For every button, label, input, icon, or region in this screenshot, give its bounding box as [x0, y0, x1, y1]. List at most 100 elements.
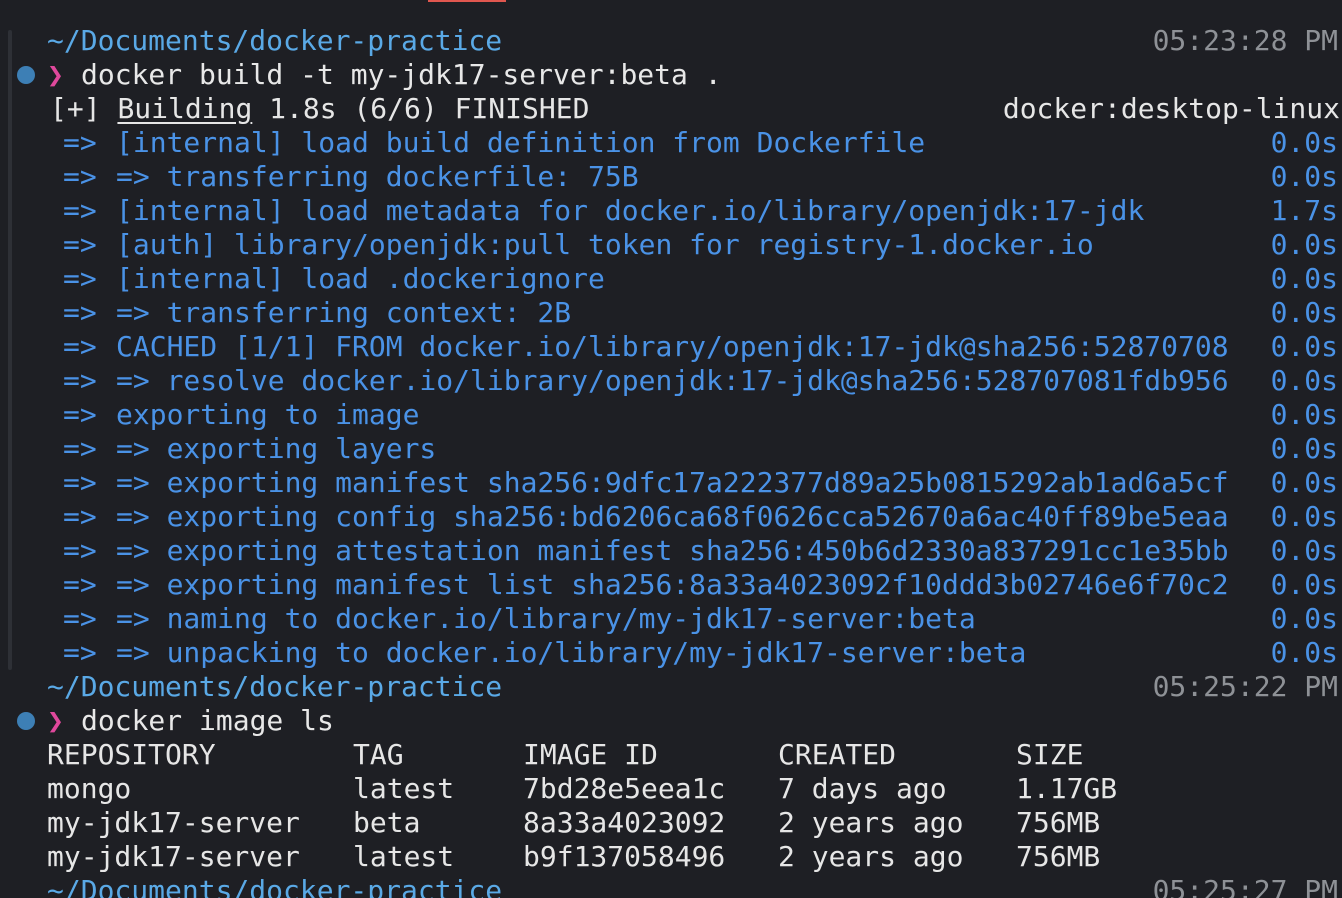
command-row[interactable]: ❯ docker image ls: [0, 704, 1342, 738]
prompt-path-row: ~/Documents/docker-practice 05:25:22 PM: [0, 670, 1342, 704]
cell-size: 1.17GB: [1016, 772, 1118, 805]
step-duration: 0.0s: [1270, 262, 1338, 295]
step-duration: 0.0s: [1270, 534, 1338, 567]
step-text: CACHED [1/1] FROM docker.io/library/open…: [116, 330, 1229, 363]
step-duration: 0.0s: [1270, 432, 1338, 465]
cell-repository: my-jdk17-server: [47, 806, 300, 839]
step-arrow: =>: [63, 602, 97, 635]
step-text: [internal] load metadata for docker.io/l…: [116, 194, 1145, 227]
step-arrow: =>: [63, 466, 97, 499]
step-text: => exporting manifest sha256:9dfc17a2223…: [116, 466, 1229, 499]
build-summary-row: [+] Building 1.8s (6/6) FINISHED docker:…: [0, 92, 1342, 126]
build-step-row: => => exporting config sha256:bd6206ca68f…: [0, 500, 1342, 534]
cell-tag: beta: [353, 806, 421, 839]
step-arrow: =>: [63, 126, 97, 159]
cell-image-id: b9f137058496: [523, 840, 726, 873]
step-duration: 0.0s: [1270, 330, 1338, 363]
step-text: => exporting attestation manifest sha256…: [116, 534, 1229, 567]
build-step-row: => CACHED [1/1] FROM docker.io/library/op…: [0, 330, 1342, 364]
cell-tag: latest: [353, 840, 455, 873]
step-duration: 0.0s: [1270, 228, 1338, 261]
cell-created: CREATED: [778, 738, 897, 771]
command-row[interactable]: ❯ docker build -t my-jdk17-server:beta .: [0, 58, 1342, 92]
cell-tag: TAG: [353, 738, 404, 771]
command-status-dot-icon: [17, 712, 35, 730]
step-text: => unpacking to docker.io/library/my-jdk…: [116, 636, 1027, 669]
build-step-row: => => exporting layers 0.0s: [0, 432, 1342, 466]
build-context: docker:desktop-linux: [1002, 92, 1340, 125]
tab-indicator: [428, 0, 506, 2]
cell-repository: mongo: [47, 772, 132, 805]
step-text: => exporting manifest list sha256:8a33a4…: [116, 568, 1229, 601]
step-duration: 0.0s: [1270, 568, 1338, 601]
cell-size: 756MB: [1016, 806, 1101, 839]
step-arrow: =>: [63, 636, 97, 669]
cell-tag: latest: [353, 772, 455, 805]
build-summary: 1.8s (6/6) FINISHED: [269, 92, 590, 125]
build-step-row: => => transferring dockerfile: 75B 0.0s: [0, 160, 1342, 194]
step-arrow: =>: [63, 534, 97, 567]
build-step-row: => => unpacking to docker.io/library/my-j…: [0, 636, 1342, 670]
step-text: => naming to docker.io/library/my-jdk17-…: [116, 602, 976, 635]
prompt-path: ~/Documents/docker-practice: [47, 670, 503, 703]
prompt-path-row: ~/Documents/docker-practice 05:23:28 PM: [0, 24, 1342, 58]
step-arrow: =>: [63, 194, 97, 227]
step-duration: 0.0s: [1270, 602, 1338, 635]
step-text: => transferring dockerfile: 75B: [116, 160, 639, 193]
cell-image-id: 7bd28e5eea1c: [523, 772, 726, 805]
step-duration: 0.0s: [1270, 466, 1338, 499]
build-step-row: => => exporting manifest list sha256:8a33…: [0, 568, 1342, 602]
command-status-dot-icon: [17, 66, 35, 84]
step-arrow: =>: [63, 262, 97, 295]
cell-created: 2 years ago: [778, 840, 964, 873]
step-arrow: =>: [63, 228, 97, 261]
step-duration: 0.0s: [1270, 296, 1338, 329]
prompt-timestamp: 05:25:22 PM: [1152, 670, 1338, 703]
build-status-word: Building: [117, 92, 253, 125]
build-step-row: => => resolve docker.io/library/openjdk:1…: [0, 364, 1342, 398]
prompt-path: ~/Documents/docker-practice: [47, 24, 503, 57]
step-text: [internal] load .dockerignore: [116, 262, 605, 295]
cell-image-id: 8a33a4023092: [523, 806, 726, 839]
table-header-row: REPOSITORY TAG IMAGE ID CREATED SIZE: [0, 738, 1342, 772]
step-text: => transferring context: 2B: [116, 296, 572, 329]
cell-created: 2 years ago: [778, 806, 964, 839]
step-duration: 0.0s: [1270, 636, 1338, 669]
step-arrow: =>: [63, 398, 97, 431]
step-text: => exporting layers: [116, 432, 437, 465]
step-duration: 1.7s: [1270, 194, 1338, 227]
build-step-row: => => exporting manifest sha256:9dfc17a22…: [0, 466, 1342, 500]
step-duration: 0.0s: [1270, 500, 1338, 533]
build-step-row: => [auth] library/openjdk:pull token for …: [0, 228, 1342, 262]
step-arrow: =>: [63, 432, 97, 465]
step-duration: 0.0s: [1270, 160, 1338, 193]
table-row: my-jdk17-server beta 8a33a4023092 2 years a…: [0, 806, 1342, 840]
cell-size: SIZE: [1016, 738, 1084, 771]
build-step-row: => => naming to docker.io/library/my-jdk1…: [0, 602, 1342, 636]
prompt-timestamp: 05:25:27 PM: [1152, 874, 1338, 898]
step-arrow: =>: [63, 364, 97, 397]
build-step-row: => [internal] load metadata for docker.io…: [0, 194, 1342, 228]
build-step-row: => [internal] load .dockerignore 0.0s: [0, 262, 1342, 296]
cell-repository: my-jdk17-server: [47, 840, 300, 873]
step-arrow: =>: [63, 500, 97, 533]
cell-size: 756MB: [1016, 840, 1101, 873]
step-text: => resolve docker.io/library/openjdk:17-…: [116, 364, 1229, 397]
build-step-row: => exporting to image 0.0s: [0, 398, 1342, 432]
prompt-chevron-icon: ❯: [47, 704, 64, 737]
command-text: docker image ls: [81, 704, 334, 737]
prompt-timestamp: 05:23:28 PM: [1152, 24, 1338, 57]
cell-repository: REPOSITORY: [47, 738, 216, 771]
step-arrow: =>: [63, 330, 97, 363]
step-text: [auth] library/openjdk:pull token for re…: [116, 228, 1094, 261]
build-step-row: => [internal] load build definition from …: [0, 126, 1342, 160]
build-step-row: => => exporting attestation manifest sha2…: [0, 534, 1342, 568]
step-duration: 0.0s: [1270, 398, 1338, 431]
step-text: => exporting config sha256:bd6206ca68f06…: [116, 500, 1229, 533]
prompt-chevron-icon: ❯: [47, 58, 64, 91]
build-prefix: [+]: [50, 92, 101, 125]
command-text: docker build -t my-jdk17-server:beta .: [81, 58, 722, 91]
cell-created: 7 days ago: [778, 772, 947, 805]
prompt-path-row: ~/Documents/docker-practice 05:25:27 PM: [0, 874, 1342, 898]
table-row: my-jdk17-server latest b9f137058496 2 years…: [0, 840, 1342, 874]
